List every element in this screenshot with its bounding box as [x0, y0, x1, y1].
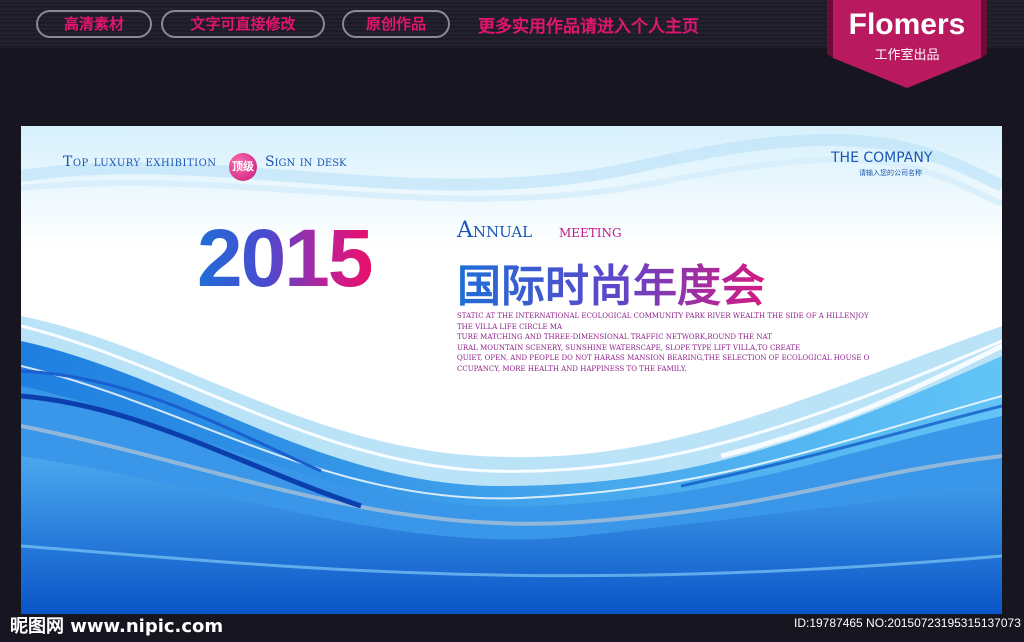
body-line: QUIET, OPEN, AND PEOPLE DO NOT HARASS MA…	[457, 354, 870, 362]
tagline-top-luxury: Top luxury exhibition	[63, 154, 217, 170]
tag-original-work[interactable]: 原创作品	[342, 10, 450, 38]
poster-canvas: Top luxury exhibition 顶级 Sign in desk TH…	[21, 126, 1002, 614]
watermark-id: ID:19787465 NO:20150723195315137073	[794, 616, 1021, 630]
company-subtitle: 请输入您的公司名称	[859, 169, 922, 177]
brand-name: Flomers	[848, 8, 966, 41]
body-line: TURE MATCHING AND THREE-DIMENSIONAL TRAF…	[457, 333, 772, 341]
tag-editable-text[interactable]: 文字可直接修改	[161, 10, 325, 38]
top-grade-badge: 顶级	[229, 153, 257, 181]
year-heading: 2015	[197, 213, 373, 304]
annual-label: Annual	[457, 218, 533, 243]
promo-link[interactable]: 更多实用作品请进入个人主页	[478, 12, 699, 37]
body-line: STATIC AT THE INTERNATIONAL ECOLOGICAL C…	[457, 312, 869, 320]
body-line: CCUPANCY, MORE HEALTH AND HAPPINESS TO T…	[457, 364, 687, 373]
body-text: STATIC AT THE INTERNATIONAL ECOLOGICAL C…	[457, 311, 870, 374]
watermark-site: 昵图网 www.nipic.com	[10, 616, 224, 637]
meeting-label: meeting	[559, 222, 622, 242]
body-line: URAL MOUNTAIN SCENERY, SUNSHINE WATERSCA…	[457, 343, 801, 352]
tagline-sign-in: Sign in desk	[265, 154, 347, 170]
event-title: 国际时尚年度会	[457, 250, 765, 314]
brand-subtitle: 工作室出品	[874, 48, 940, 63]
body-line: THE VILLA LIFE CIRCLE MA	[457, 322, 563, 331]
company-name: THE COMPANY	[831, 150, 933, 166]
tag-hd-material[interactable]: 高清素材	[36, 10, 152, 38]
